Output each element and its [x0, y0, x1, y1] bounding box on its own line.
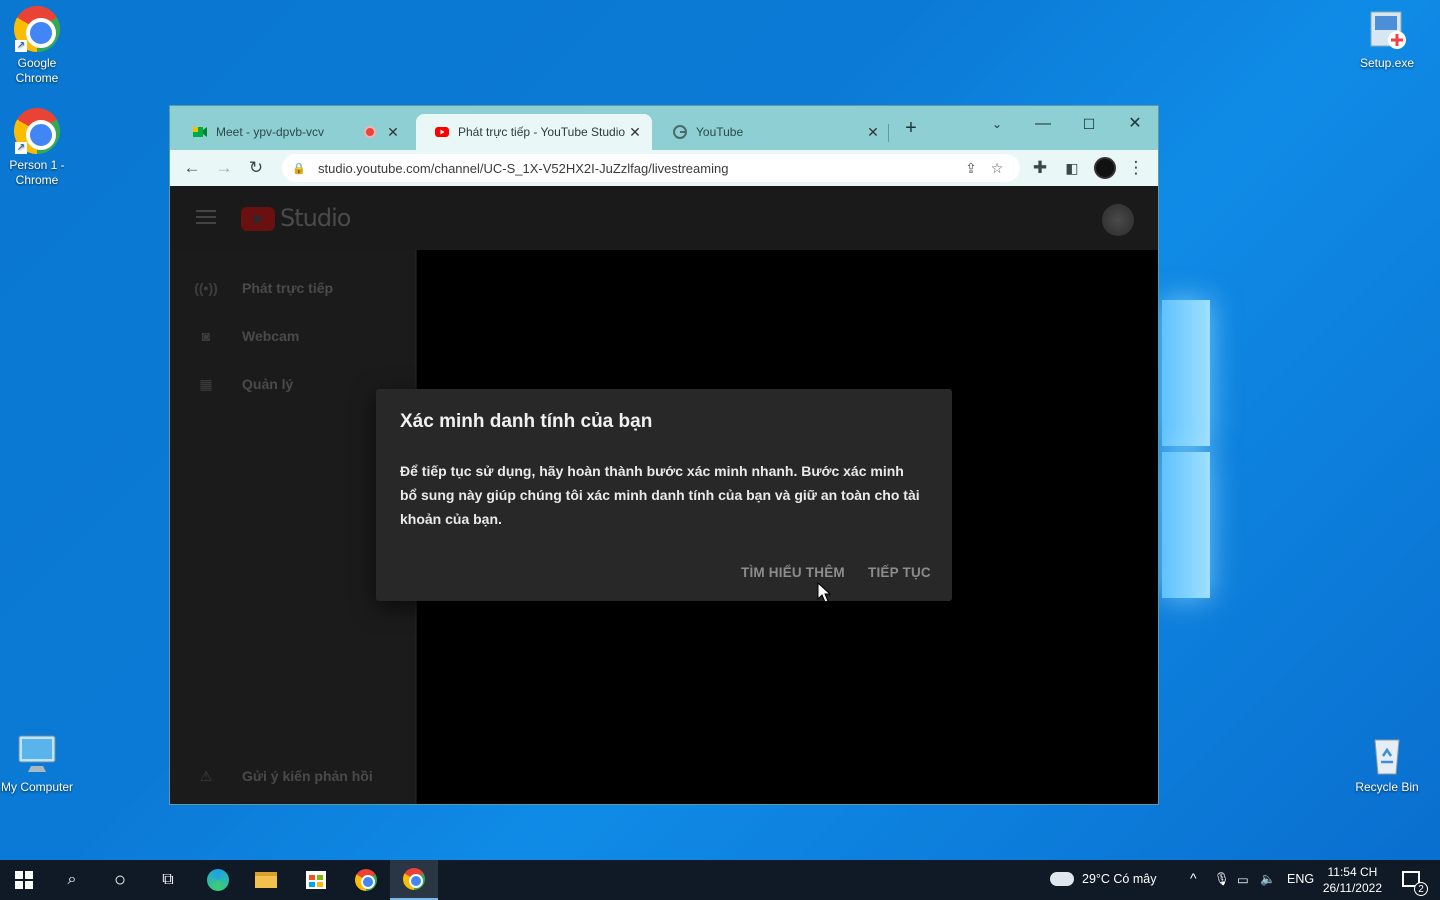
hamburger-menu-icon[interactable] — [196, 210, 216, 224]
desktop-icon-google-chrome[interactable]: ↗ Google Chrome — [0, 6, 74, 86]
microphone-icon[interactable]: 🎙 — [1214, 872, 1230, 887]
address-url[interactable]: studio.youtube.com/channel/UC-S_1X-V52HX… — [318, 161, 958, 176]
desktop-icon-person-chrome[interactable]: ↗ Person 1 - Chrome — [0, 108, 74, 188]
tab-close-icon[interactable]: ✕ — [628, 124, 642, 141]
setup-icon — [1363, 6, 1411, 54]
file-explorer-icon[interactable] — [242, 860, 290, 900]
windows-logo-wallpaper — [1162, 300, 1210, 600]
learn-more-button[interactable]: TÌM HIỂU THÊM — [741, 565, 845, 580]
desktop-icon-my-computer[interactable]: My Computer — [0, 730, 74, 795]
tab-search-icon[interactable]: ⌄ — [974, 110, 1020, 138]
maximize-icon[interactable]: ☐ — [1066, 110, 1112, 138]
tab-meet[interactable]: Meet - ypv-dpvb-vcv ✕ — [174, 114, 410, 150]
clock-time: 11:54 CH — [1327, 865, 1378, 879]
feedback-icon: ⚠ — [199, 767, 213, 784]
calendar-icon: ▦ — [199, 375, 213, 392]
tab-youtube-studio[interactable]: Phát trực tiếp - YouTube Studio ✕ — [416, 114, 652, 150]
sidebar-item-manage[interactable]: ▦ Quản lý — [194, 372, 293, 396]
desktop-icon-label: Recycle Bin — [1355, 780, 1419, 794]
sidebar-item-live[interactable]: ((•)) Phát trực tiếp — [194, 276, 333, 300]
forward-icon[interactable]: → — [208, 154, 240, 182]
desktop-icon-setup[interactable]: Setup.exe — [1350, 6, 1424, 71]
desktop-icon-label: Setup.exe — [1359, 56, 1415, 70]
lock-icon: 🔒 — [292, 162, 306, 175]
cortana-icon[interactable]: ○ — [96, 860, 144, 900]
sidebar-item-label: Webcam — [242, 328, 300, 344]
tab-title: Meet - ypv-dpvb-vcv — [216, 125, 325, 139]
browser-toolbar: ← → ↻ 🔒 studio.youtube.com/channel/UC-S_… — [170, 150, 1158, 186]
volume-icon[interactable]: 🔈 — [1260, 872, 1276, 887]
close-window-icon[interactable]: ✕ — [1112, 110, 1158, 138]
desktop-icon-label: My Computer — [0, 780, 74, 794]
tab-close-icon[interactable]: ✕ — [386, 124, 400, 141]
taskbar: ⌕ ○ ⧉ 29°C Có mây ^ 🎙 ▭ 🔈 ENG 11:54 CH 2… — [0, 860, 1440, 900]
tab-youtube[interactable]: YouTube ✕ — [654, 114, 890, 150]
shortcut-arrow-icon: ↗ — [15, 40, 27, 52]
new-tab-icon[interactable]: + — [888, 114, 934, 142]
task-view-icon[interactable]: ⧉ — [144, 860, 192, 900]
recycle-bin-icon — [1363, 730, 1411, 778]
tab-close-icon[interactable]: ✕ — [866, 124, 880, 141]
show-hidden-icons-chevron-icon[interactable]: ^ — [1190, 870, 1197, 886]
start-button[interactable] — [0, 860, 48, 900]
clock[interactable]: 11:54 CH 26/11/2022 — [1323, 864, 1382, 896]
sidebar-item-label: Quản lý — [242, 376, 294, 392]
dialog-title: Xác minh danh tính của bạn — [400, 411, 653, 432]
account-avatar[interactable] — [1102, 204, 1134, 236]
sidebar-item-feedback[interactable]: ⚠ Gửi ý kiến phản hồi — [194, 764, 373, 788]
reload-icon[interactable]: ↻ — [240, 154, 272, 182]
dialog-body: Để tiếp tục sử dụng, hãy hoàn thành bước… — [400, 463, 920, 527]
bookmark-star-icon[interactable]: ☆ — [984, 160, 1010, 177]
edge-icon[interactable] — [194, 860, 242, 900]
continue-button[interactable]: TIẾP TỤC — [868, 565, 931, 580]
verify-identity-dialog: Xác minh danh tính của bạn Để tiếp tục s… — [376, 389, 952, 601]
studio-logo-text[interactable]: Studio — [280, 204, 351, 232]
weather-text[interactable]: 29°C Có mây — [1082, 872, 1156, 886]
browser-menu-icon[interactable]: ⋮ — [1120, 154, 1152, 182]
recording-indicator-icon — [364, 126, 376, 138]
side-panel-icon[interactable]: ◧ — [1056, 154, 1088, 182]
sidebar-item-label: Gửi ý kiến phản hồi — [242, 768, 373, 784]
clock-date: 26/11/2022 — [1322, 881, 1382, 895]
sidebar-item-label: Phát trực tiếp — [242, 280, 334, 296]
store-icon[interactable] — [292, 860, 340, 900]
tab-title: Phát trực tiếp - YouTube Studio — [458, 125, 626, 139]
shortcut-arrow-icon: ↗ — [15, 142, 27, 154]
tab-strip: Meet - ypv-dpvb-vcv ✕ Phát trực tiếp - Y… — [170, 106, 1158, 150]
google-icon — [673, 125, 687, 139]
taskbar-chrome-active-icon[interactable] — [390, 860, 438, 900]
mouse-cursor-icon — [817, 582, 831, 603]
address-bar[interactable]: 🔒 studio.youtube.com/channel/UC-S_1X-V52… — [282, 154, 1020, 182]
profile-avatar-icon[interactable] — [1094, 157, 1116, 179]
network-icon[interactable]: ▭ — [1237, 872, 1249, 887]
taskbar-chrome-profile-icon[interactable] — [342, 860, 390, 900]
desktop-icon-label: Google Chrome — [15, 56, 59, 85]
desktop-icon-label: Person 1 - Chrome — [9, 158, 65, 187]
language-indicator[interactable]: ENG — [1287, 872, 1314, 886]
windows-start-icon — [15, 871, 33, 889]
cloud-weather-icon — [1050, 872, 1074, 886]
share-icon[interactable]: ⇪ — [958, 160, 984, 177]
minimize-icon[interactable]: — — [1020, 110, 1066, 138]
back-icon[interactable]: ← — [176, 154, 208, 182]
search-icon[interactable]: ⌕ — [48, 860, 96, 900]
youtube-icon — [435, 127, 449, 137]
google-meet-icon — [193, 127, 207, 137]
computer-icon — [13, 730, 61, 778]
youtube-logo-icon[interactable] — [241, 207, 275, 231]
webcam-icon: ◙ — [201, 328, 211, 344]
extensions-puzzle-icon[interactable]: ✚ — [1024, 154, 1056, 182]
notification-count-badge: 2 — [1414, 882, 1428, 896]
sidebar-item-webcam[interactable]: ◙ Webcam — [194, 324, 300, 348]
tab-title: YouTube — [696, 125, 744, 139]
studio-header: Studio — [170, 186, 1158, 250]
live-icon: ((•)) — [194, 280, 218, 296]
desktop-icon-recycle-bin[interactable]: Recycle Bin — [1350, 730, 1424, 795]
